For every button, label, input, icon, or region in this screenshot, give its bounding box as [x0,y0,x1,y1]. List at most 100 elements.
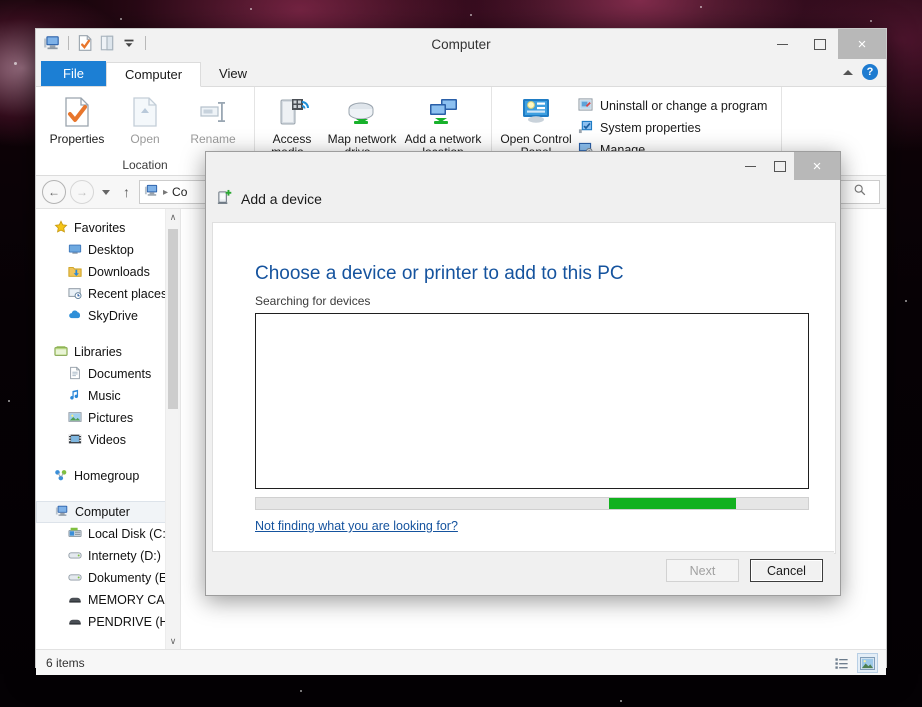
dialog-minimize-button[interactable] [736,152,765,180]
dialog-heading: Choose a device or printer to add to thi… [255,263,624,284]
device-list[interactable] [255,313,809,489]
system-properties-label: System properties [600,121,701,135]
progress-chunk [609,498,737,509]
nav-item-memory-card[interactable]: MEMORY CARD [36,589,180,611]
large-icons-view-icon[interactable] [857,653,878,673]
control-panel-icon [518,95,554,129]
desktop-icon [68,242,82,259]
nav-item-dokumenty-e[interactable]: Dokumenty (E:) [36,567,180,589]
dialog-maximize-button[interactable] [765,152,794,180]
nav-item-desktop[interactable]: Desktop [36,239,180,261]
forward-icon: → [76,185,88,199]
breadcrumb-separator: ▸ [163,186,169,198]
local-disk-icon [68,526,82,543]
nav-item-pendrive-h[interactable]: PENDRIVE (H:) [36,611,180,633]
ribbon-tabstrip[interactable]: File Computer View ? [36,61,886,87]
breadcrumb-item-computer[interactable]: Co [172,185,187,199]
nav-item-videos[interactable]: Videos [36,429,180,451]
details-view-icon[interactable] [832,654,851,672]
nav-item-documents[interactable]: Documents [36,363,180,385]
forward-button[interactable]: → [70,180,94,204]
nav-label: Recent places [88,287,168,301]
window-title: Computer [431,37,491,52]
nav-item-pictures[interactable]: Pictures [36,407,180,429]
properties-button[interactable]: Properties [44,91,110,158]
properties-icon [62,95,92,129]
maximize-button[interactable] [801,29,838,59]
tab-file[interactable]: File [41,61,106,86]
add-device-icon [216,189,233,209]
up-button[interactable]: ↑ [118,184,135,200]
nav-label: Pictures [88,411,134,425]
nav-item-skydrive[interactable]: SkyDrive [36,305,180,327]
tab-computer[interactable]: Computer [105,62,202,87]
dialog-header: Add a device [206,182,840,216]
window-titlebar[interactable]: Computer × [36,29,886,61]
drive-icon [68,570,82,587]
view-toggle-group[interactable] [832,653,878,673]
system-properties-icon [578,119,593,137]
nav-label: Internety (D:) [88,549,161,563]
back-icon: ← [48,185,60,199]
nav-spacer-2 [36,451,180,465]
nav-spacer-3 [36,487,180,501]
status-bar: 6 items [36,649,886,675]
computer-breadcrumb-icon [144,183,159,201]
nav-item-music[interactable]: Music [36,385,180,407]
not-finding-link[interactable]: Not finding what you are looking for? [255,519,458,533]
nav-item-internety-d[interactable]: Internety (D:) [36,545,180,567]
uninstall-or-change-a-program-item[interactable]: Uninstall or change a program [578,97,767,115]
back-button[interactable]: ← [42,180,66,204]
nav-item-recent-places[interactable]: Recent places [36,283,180,305]
scroll-up-icon[interactable]: ∧ [166,209,180,225]
removable-drive-icon [68,592,82,609]
tab-view[interactable]: View [201,61,265,86]
recent-places-icon [68,286,82,303]
nav-item-homegroup[interactable]: Homegroup [36,465,180,487]
dialog-caption-buttons[interactable]: × [736,152,840,182]
documents-icon [68,366,82,383]
dialog-subtext: Searching for devices [255,294,371,308]
nav-label: Favorites [74,221,126,235]
favorites-star-icon [54,219,68,237]
rename-button[interactable]: Rename [180,91,246,158]
window-caption-buttons[interactable]: × [764,29,886,61]
dialog-title: Add a device [241,191,322,207]
dialog-titlebar[interactable]: × [206,152,840,182]
homegroup-icon [54,468,68,485]
nav-label: Libraries [74,345,122,359]
close-button[interactable]: × [838,29,886,59]
nav-label: PENDRIVE (H:) [88,615,177,629]
scrollbar-thumb[interactable] [168,229,178,409]
search-input[interactable] [840,180,880,204]
music-icon [68,388,82,405]
uninstall-label: Uninstall or change a program [600,99,768,113]
scroll-down-icon[interactable]: ∨ [166,633,180,649]
pictures-icon [68,410,82,427]
nav-label: Homegroup [74,469,140,483]
nav-item-computer[interactable]: Computer [36,501,180,523]
help-icon[interactable]: ? [862,64,878,80]
nav-item-favorites[interactable]: Favorites [36,217,180,239]
nav-label: Downloads [88,265,150,279]
map-network-drive-icon [344,95,380,129]
nav-item-libraries[interactable]: Libraries [36,341,180,363]
dialog-close-button[interactable]: × [794,152,840,180]
nav-item-local-disk-c[interactable]: Local Disk (C:) [36,523,180,545]
cancel-button[interactable]: Cancel [750,559,823,582]
open-button[interactable]: Open [112,91,178,158]
nav-item-downloads[interactable]: Downloads [36,261,180,283]
chevron-up-icon[interactable] [843,69,853,75]
system-properties-item[interactable]: System properties [578,119,767,137]
videos-icon [68,432,82,449]
search-icon [853,183,867,202]
recent-locations-icon[interactable] [102,189,110,195]
rename-label: Rename [190,132,236,146]
next-button[interactable]: Next [666,559,739,582]
minimize-button[interactable] [764,29,801,59]
libraries-icon [54,344,68,361]
ribbon-right-controls[interactable]: ? [843,64,878,80]
nav-pane-scrollbar[interactable]: ∧ ∨ [165,209,180,649]
navigation-pane[interactable]: Favorites Desktop Downloads Recent place… [36,209,181,649]
nav-label: SkyDrive [88,309,139,323]
